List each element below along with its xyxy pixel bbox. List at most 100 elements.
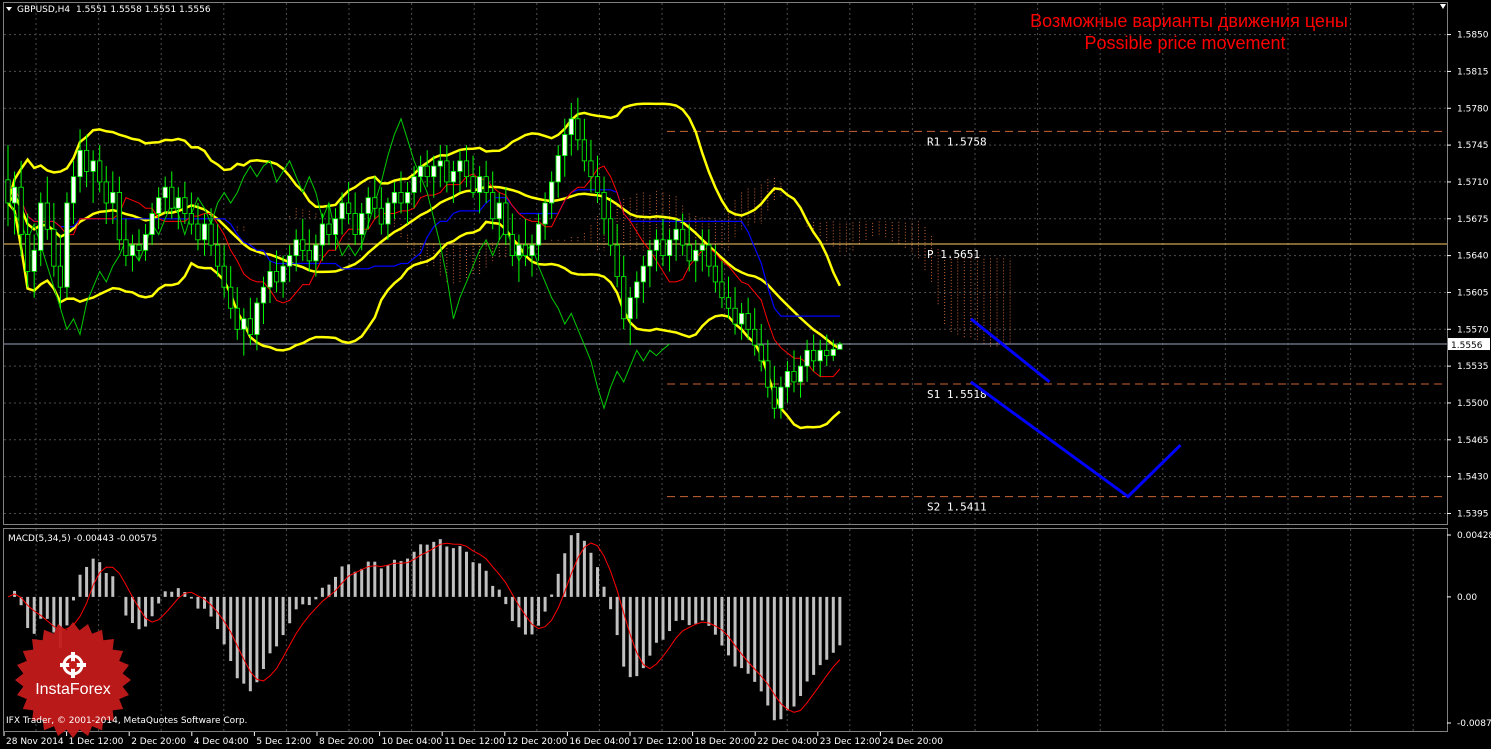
time-tick-label: 12 Dec 20:00 (507, 737, 568, 747)
price-tick-label: 1.5500 (1457, 399, 1489, 409)
candle-body (404, 192, 411, 204)
candle-body (653, 239, 660, 251)
candle-body (44, 202, 50, 230)
candle-body (306, 249, 312, 262)
level-label: R1 1.5758 (927, 135, 987, 148)
candle-body (496, 202, 502, 220)
candle-body (562, 134, 568, 157)
candle-body (116, 192, 122, 241)
candle-body (791, 370, 797, 383)
candle-body (601, 192, 607, 220)
candle-body (758, 344, 764, 362)
candle-body (221, 265, 227, 288)
price-tick-label: 1.5465 (1457, 436, 1489, 446)
candle-body (398, 192, 404, 204)
candle-body (352, 213, 358, 235)
candle-body (549, 181, 555, 204)
candle-body (156, 197, 162, 214)
candle-body (490, 192, 496, 220)
candle-body (149, 213, 155, 235)
candle-body (313, 244, 319, 262)
candle-body (359, 213, 365, 235)
candle-body (319, 223, 326, 246)
time-tick-label: 22 Dec 04:00 (757, 737, 818, 747)
candle-body (660, 239, 666, 257)
candle-body (463, 160, 470, 178)
candle-body (732, 307, 738, 325)
candle-body (228, 286, 234, 309)
candle-body (31, 249, 37, 272)
candle-body (378, 207, 384, 225)
candle-body (621, 276, 627, 320)
level-label: S2 1.5411 (927, 501, 987, 514)
candle-body (811, 349, 817, 362)
candle-body (70, 176, 77, 204)
candle-body (241, 318, 247, 330)
candle-body (470, 176, 476, 193)
candle-body (57, 265, 64, 288)
candle-body (103, 181, 109, 204)
candle-body (90, 160, 96, 172)
candle-body (745, 313, 751, 330)
candle-body (97, 160, 103, 183)
candle-body (673, 228, 679, 241)
candle-body (84, 149, 90, 172)
candle-body (450, 171, 457, 183)
candle-body (627, 297, 633, 320)
macd-tick-label: 0.00428 (1457, 531, 1491, 541)
price-tick-label: 1.5570 (1457, 325, 1489, 335)
price-tick-label: 1.5535 (1457, 362, 1489, 372)
time-tick-label: 16 Dec 04:00 (569, 737, 630, 747)
candle-body (234, 307, 240, 330)
candle-body (693, 249, 699, 262)
trading-chart[interactable]: R1 1.5758 P 1.5651 S1 1.5518 S2 1.5411 1.58… (0, 0, 1491, 749)
candle-body (784, 370, 791, 388)
price-tick-label: 1.5815 (1457, 67, 1489, 77)
candle-body (771, 386, 777, 409)
candle-body (247, 318, 253, 335)
candle-body (169, 186, 175, 209)
price-tick-label: 1.5605 (1457, 288, 1489, 298)
current-price-label: 1.5556 (1451, 341, 1483, 351)
candle-body (365, 197, 371, 214)
time-tick-label: 5 Dec 12:00 (256, 737, 311, 747)
candle-body (752, 328, 758, 346)
price-tick-label: 1.5640 (1457, 252, 1489, 262)
candle-body (110, 192, 116, 204)
candle-body (5, 179, 11, 204)
candle-body (431, 165, 437, 178)
candle-body (123, 239, 129, 257)
candle-body (778, 386, 784, 409)
candle-body (11, 186, 18, 204)
candle-body (725, 297, 732, 309)
price-tick-label: 1.5780 (1457, 104, 1489, 114)
candle-body (208, 223, 214, 246)
candle-body (712, 265, 719, 283)
candle-body (437, 160, 443, 167)
candle-body (18, 186, 24, 235)
time-tick-label: 2 Dec 20:00 (131, 737, 186, 747)
candle-body (188, 213, 194, 225)
time-tick-label: 23 Dec 12:00 (820, 737, 881, 747)
candle-body (332, 218, 339, 235)
candle-body (503, 202, 509, 235)
time-tick-label: 17 Dec 12:00 (632, 737, 693, 747)
candle-body (273, 270, 280, 283)
title-russian: Возможные варианты движения цены (1030, 11, 1348, 31)
candle-body (568, 118, 574, 135)
candle-body (522, 244, 529, 257)
candle-body (25, 234, 31, 272)
candle-body (529, 244, 535, 257)
candle-body (804, 349, 810, 367)
candle-body (64, 202, 70, 288)
chart-ohlc: 1.5551 1.5558 1.5551 1.5556 (76, 5, 211, 15)
candle-body (797, 365, 804, 383)
candle-body (640, 265, 646, 283)
candle-body (830, 348, 836, 356)
candle-body (706, 244, 712, 267)
candle-body (476, 176, 483, 193)
candle-body (293, 239, 299, 257)
candle-body (136, 244, 142, 251)
candle-body (483, 176, 489, 193)
candle-body (457, 160, 463, 172)
